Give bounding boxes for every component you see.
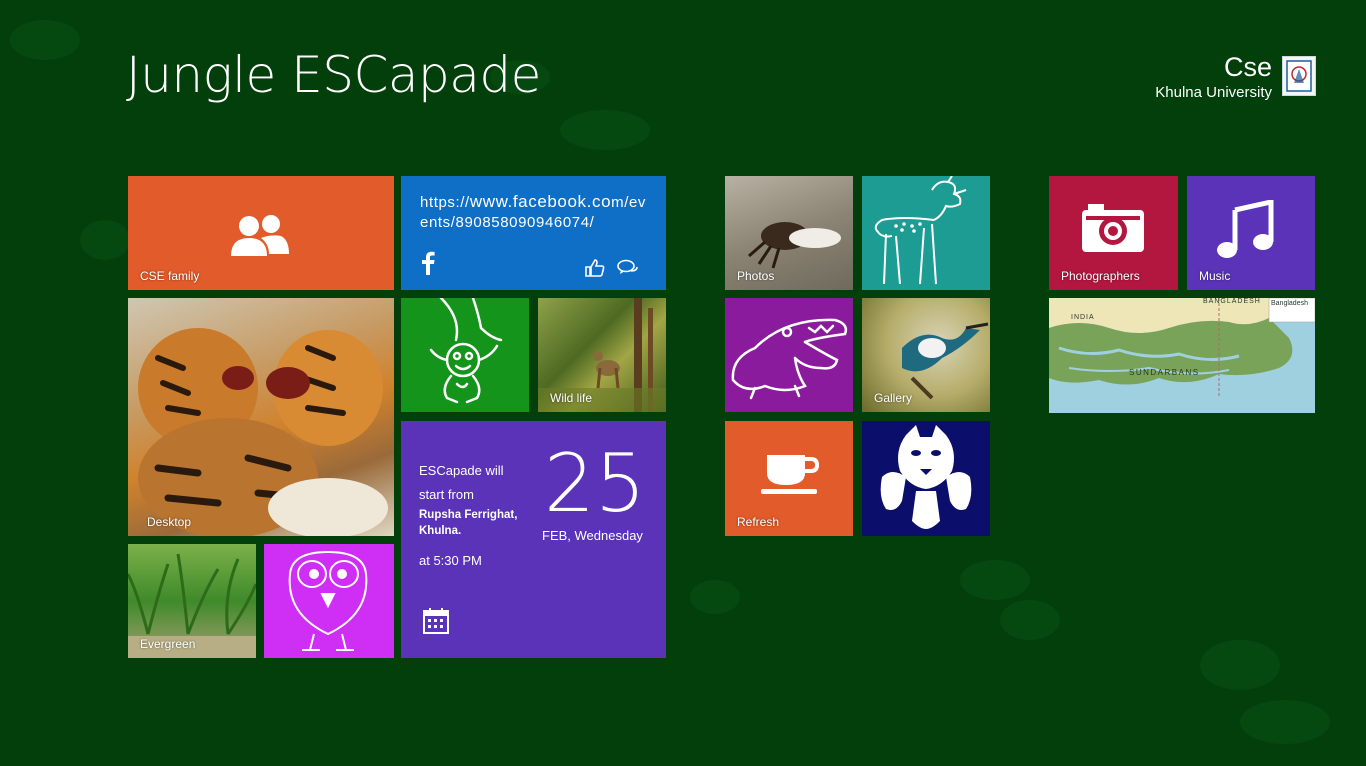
app-title: Jungle ESCapade xyxy=(126,46,541,104)
tile-crocodile[interactable] xyxy=(725,298,853,412)
map-label-bangladesh: BANGLADESH xyxy=(1203,298,1261,305)
tile-label: Photographers xyxy=(1061,269,1140,283)
tile-label: Photos xyxy=(737,269,775,283)
like-icon xyxy=(585,259,605,277)
people-icon xyxy=(231,215,289,256)
tile-wildlife[interactable]: Wild life xyxy=(538,298,666,412)
tile-label: Evergreen xyxy=(140,637,196,651)
user-account[interactable]: Cse Khulna University xyxy=(1155,52,1272,101)
map-label-india: INDIA xyxy=(1071,314,1095,321)
tile-label: CSE family xyxy=(140,269,200,283)
event-line-2: start from xyxy=(419,487,474,502)
tile-gallery[interactable]: Gallery xyxy=(862,298,990,412)
tigers-photo xyxy=(138,328,388,536)
tile-photographers[interactable]: Photographers xyxy=(1049,176,1178,290)
tile-monkey[interactable] xyxy=(401,298,529,412)
tile-evergreen[interactable]: Evergreen xyxy=(128,544,256,658)
tile-cse-family[interactable]: CSE family xyxy=(128,176,394,290)
user-name: Cse xyxy=(1223,52,1272,82)
tile-desktop[interactable]: Desktop xyxy=(128,298,394,536)
university-logo-icon xyxy=(1286,60,1312,92)
event-line-1: ESCapade will xyxy=(419,463,504,478)
event-date: FEB, Wednesday xyxy=(542,528,643,543)
tile-panther[interactable] xyxy=(862,421,990,536)
tile-label: Gallery xyxy=(874,391,913,405)
comment-icon xyxy=(617,259,638,274)
panther-icon xyxy=(880,425,972,529)
tile-refresh[interactable]: Refresh xyxy=(725,421,853,536)
event-time: at 5:30 PM xyxy=(419,553,482,568)
event-day: 25 xyxy=(544,437,646,530)
tile-label: Wild life xyxy=(550,391,593,405)
camera-icon xyxy=(1082,204,1144,252)
tile-photos[interactable]: Photos xyxy=(725,176,853,290)
avatar[interactable] xyxy=(1282,56,1316,96)
calendar-icon xyxy=(423,608,449,634)
tile-facebook-event[interactable]: https://www.facebook.com/events/89085809… xyxy=(401,176,666,290)
user-org: Khulna University xyxy=(1155,84,1272,101)
map-inset-label: Bangladesh xyxy=(1271,300,1308,307)
facebook-event-url: https://www.facebook.com/events/89085809… xyxy=(420,192,647,231)
tile-map[interactable]: INDIA BANGLADESH SUNDARBANS Bangladesh xyxy=(1049,298,1315,413)
event-place: Rupsha Ferrighat, Khulna. xyxy=(419,509,518,537)
tile-music[interactable]: Music xyxy=(1187,176,1315,290)
tile-label: Desktop xyxy=(147,515,192,529)
event-details: ESCapade will start from Rupsha Ferrigha… xyxy=(419,459,539,573)
tile-owl[interactable] xyxy=(264,544,394,658)
monkey-icon xyxy=(429,298,503,404)
tile-label: Refresh xyxy=(737,515,780,529)
map-label-sundarbans: SUNDARBANS xyxy=(1129,368,1200,377)
crocodile-icon xyxy=(731,318,848,400)
tile-label: Music xyxy=(1199,269,1231,283)
facebook-icon xyxy=(422,251,435,275)
owl-icon xyxy=(288,550,368,651)
tile-event[interactable]: ESCapade will start from Rupsha Ferrigha… xyxy=(401,421,666,658)
tile-deer[interactable] xyxy=(862,176,990,290)
coffee-cup-icon xyxy=(761,455,820,494)
music-note-icon xyxy=(1217,200,1274,258)
deer-icon xyxy=(874,176,967,285)
